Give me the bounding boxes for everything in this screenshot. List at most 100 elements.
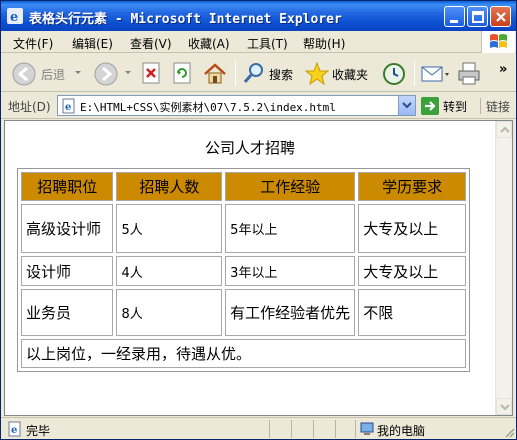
table-cell: 高级设计师	[21, 204, 114, 253]
toolbar-separator	[235, 60, 236, 86]
back-label: 后退	[41, 68, 66, 82]
column-header: 招聘人数	[116, 172, 223, 201]
recruitment-table: 招聘职位 招聘人数 工作经验 学历要求 高级设计师 5人 5年以上 大专及以上 …	[17, 168, 470, 372]
favorites-label: 收藏夹	[332, 68, 369, 82]
resize-grip-icon[interactable]	[503, 426, 515, 438]
page-done-icon: e	[8, 421, 21, 437]
toolbar: 后退 搜索 收藏夹 »	[1, 54, 516, 92]
table-header-row: 招聘职位 招聘人数 工作经验 学历要求	[21, 172, 466, 201]
history-icon	[383, 63, 405, 85]
stop-button[interactable]	[141, 59, 163, 87]
table-cell: 大专及以上	[358, 256, 466, 286]
toolbar-separator	[414, 60, 415, 86]
search-icon	[243, 63, 263, 83]
vertical-scrollbar[interactable]	[495, 121, 512, 415]
toolbar-overflow-chevron-icon[interactable]: »	[499, 62, 507, 77]
table-cell: 5年以上	[225, 204, 356, 253]
table-cell: 大专及以上	[358, 204, 466, 253]
scroll-up-button[interactable]	[496, 121, 512, 138]
history-button[interactable]	[381, 59, 407, 87]
menu-help[interactable]: 帮助(H)	[303, 35, 345, 52]
address-dropdown-button[interactable]	[398, 96, 415, 115]
go-arrow-icon	[421, 97, 439, 115]
links-toolbar[interactable]: 链接	[480, 98, 510, 114]
stop-icon	[142, 62, 160, 84]
chevron-up-icon	[500, 126, 510, 133]
forward-arrow-icon	[94, 62, 118, 86]
column-header: 工作经验	[225, 172, 356, 201]
menu-favorites[interactable]: 收藏(A)	[188, 35, 230, 52]
back-dropdown-icon[interactable]	[75, 71, 81, 75]
home-button[interactable]	[202, 59, 228, 87]
maximize-icon	[472, 11, 484, 23]
star-icon	[304, 61, 330, 86]
svg-text:e: e	[11, 425, 17, 436]
address-input[interactable]: e E:\HTML+CSS\实例素材\07\7.5.2\index.html	[57, 95, 416, 116]
page-heading: 公司人才招聘	[204, 139, 295, 157]
status-divider	[269, 420, 289, 438]
menu-bar: 文件(F) 编辑(E) 查看(V) 收藏(A) 工具(T) 帮助(H)	[1, 31, 516, 53]
menu-tools[interactable]: 工具(T)	[247, 35, 288, 52]
address-bar: 地址(D) e E:\HTML+CSS\实例素材\07\7.5.2\index.…	[1, 93, 516, 119]
table-row: 业务员 8人 有工作经验者优先 不限	[21, 289, 466, 336]
refresh-icon	[173, 62, 191, 84]
windows-logo-icon	[481, 31, 515, 53]
go-button[interactable]: 转到	[421, 96, 479, 116]
status-text: 完毕	[26, 424, 51, 438]
table-cell: 业务员	[21, 289, 114, 336]
table-cell: 8人	[116, 289, 223, 336]
status-bar: e 完毕 我的电脑	[1, 417, 516, 439]
address-url: E:\HTML+CSS\实例素材\07\7.5.2\index.html	[80, 101, 336, 114]
search-label: 搜索	[269, 68, 294, 82]
forward-button[interactable]	[93, 59, 121, 87]
table-cell: 4人	[116, 256, 223, 286]
menu-file[interactable]: 文件(F)	[13, 35, 53, 52]
close-icon	[496, 12, 506, 22]
status-divider	[291, 420, 311, 438]
favorites-button[interactable]: 收藏夹	[304, 59, 374, 87]
mail-button[interactable]	[420, 59, 450, 87]
refresh-button[interactable]	[172, 59, 194, 87]
minimize-icon	[450, 20, 458, 23]
svg-text:e: e	[65, 102, 71, 113]
table-cell: 3年以上	[225, 256, 356, 286]
browser-window: e 表格头行元素 - Microsoft Internet Explorer 文…	[0, 0, 517, 440]
back-arrow-icon	[12, 62, 36, 86]
close-button[interactable]	[490, 6, 511, 27]
home-icon	[204, 63, 226, 84]
minimize-button[interactable]	[444, 6, 465, 27]
search-button[interactable]: 搜索	[243, 59, 299, 87]
table-cell: 不限	[358, 289, 466, 336]
forward-dropdown-icon[interactable]	[125, 71, 131, 75]
mail-icon	[421, 66, 449, 82]
status-divider	[335, 420, 355, 438]
menu-view[interactable]: 查看(V)	[130, 35, 172, 52]
go-label: 转到	[443, 100, 468, 114]
address-label: 地址(D)	[8, 100, 51, 114]
menu-edit[interactable]: 编辑(E)	[72, 35, 113, 52]
page-viewport: 公司人才招聘 招聘职位 招聘人数 工作经验 学历要求 高级设计师 5人 5年以上…	[4, 120, 513, 416]
chevron-down-icon	[402, 102, 412, 109]
table-cell: 5人	[116, 204, 223, 253]
page-icon: e	[62, 98, 75, 114]
table-cell: 有工作经验者优先	[225, 289, 356, 336]
printer-icon	[458, 62, 480, 85]
security-zone-label: 我的电脑	[377, 424, 426, 438]
column-header: 招聘职位	[21, 172, 114, 201]
scroll-down-button[interactable]	[496, 398, 512, 415]
print-button[interactable]	[456, 59, 482, 87]
chevron-down-icon	[500, 404, 510, 411]
maximize-button[interactable]	[467, 6, 488, 27]
table-row: 设计师 4人 3年以上 大专及以上	[21, 256, 466, 286]
status-divider	[313, 420, 333, 438]
back-button[interactable]: 后退	[11, 59, 69, 87]
table-footer-row: 以上岗位，一经录用，待遇从优。	[21, 339, 466, 368]
table-footer-note: 以上岗位，一经录用，待遇从优。	[21, 339, 466, 368]
column-header: 学历要求	[358, 172, 466, 201]
my-computer-icon	[360, 422, 374, 435]
window-title: 表格头行元素 - Microsoft Internet Explorer	[29, 12, 342, 27]
title-bar[interactable]: e 表格头行元素 - Microsoft Internet Explorer	[1, 1, 516, 31]
ie-logo-icon: e	[7, 8, 23, 24]
table-cell: 设计师	[21, 256, 114, 286]
svg-text:e: e	[10, 10, 18, 24]
